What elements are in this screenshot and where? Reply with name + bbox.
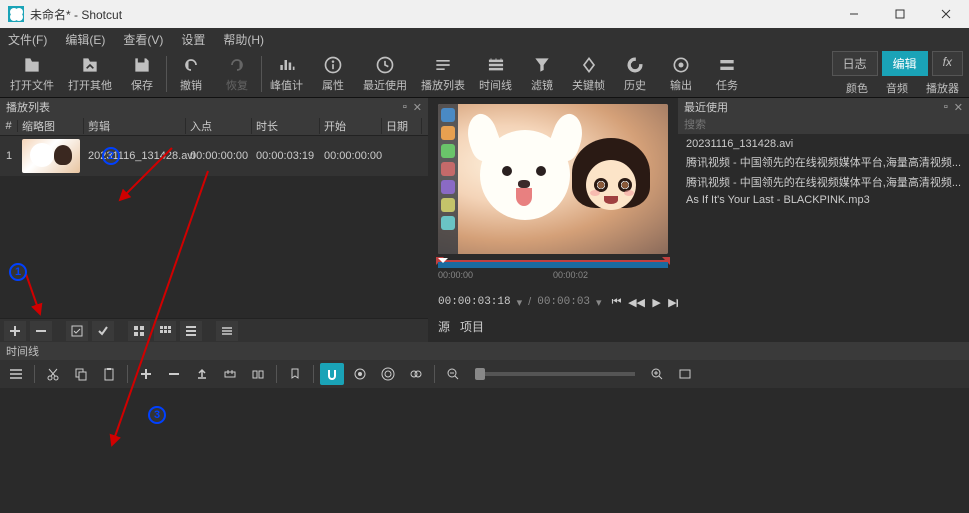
- close-button[interactable]: [923, 0, 969, 28]
- recent-item[interactable]: 腾讯视频 - 中国领先的在线视频媒体平台,海量高清视频...: [678, 172, 969, 192]
- timeline-menu-button[interactable]: [4, 363, 28, 385]
- menu-edit[interactable]: 编辑(E): [61, 29, 109, 50]
- playlist-menu-button[interactable]: [216, 321, 238, 341]
- playlist-button[interactable]: 播放列表: [417, 53, 469, 95]
- playlist-thumbnail: [22, 139, 80, 173]
- ripple-all-button[interactable]: [404, 363, 428, 385]
- ripple-button[interactable]: [376, 363, 400, 385]
- peak-meter-button[interactable]: 峰值计: [266, 53, 307, 95]
- timeline-button[interactable]: 时间线: [475, 53, 516, 95]
- playlist-panel-close-icon[interactable]: ✕: [413, 101, 422, 114]
- recent-button[interactable]: 最近使用: [359, 53, 411, 95]
- maximize-button[interactable]: [877, 0, 923, 28]
- timeline-toolbar: [0, 360, 969, 388]
- preview-tab-project[interactable]: 项目: [460, 318, 484, 335]
- frame-back-button[interactable]: ◀◀: [628, 294, 646, 310]
- preview-panel: 00:00:0000:00:02 00:00:03:18 ▾ / 00:00:0…: [428, 98, 678, 342]
- app-icon: [8, 6, 24, 22]
- playlist-panel-undock-icon[interactable]: ▫: [403, 101, 407, 113]
- overwrite-button[interactable]: [218, 363, 242, 385]
- recent-panel-close-icon[interactable]: ✕: [954, 101, 963, 114]
- recent-item[interactable]: As If It's Your Last - BLACKPINK.mp3: [678, 192, 969, 208]
- tab-fx[interactable]: fx: [932, 51, 963, 76]
- zoom-in-button[interactable]: [645, 363, 669, 385]
- play-button[interactable]: ▶: [648, 294, 666, 310]
- tab-edit[interactable]: 编辑: [882, 51, 928, 76]
- recent-panel: 最近使用 ▫ ✕ 20231116_131428.avi 腾讯视频 - 中国领先…: [678, 98, 969, 342]
- filters-button[interactable]: 滤镜: [522, 53, 562, 95]
- label-color: 颜色: [846, 80, 868, 96]
- recent-item[interactable]: 腾讯视频 - 中国领先的在线视频媒体平台,海量高清视频...: [678, 152, 969, 172]
- menu-file[interactable]: 文件(F): [4, 29, 51, 50]
- menu-settings[interactable]: 设置: [177, 29, 209, 50]
- split-button[interactable]: [246, 363, 270, 385]
- recent-search-input[interactable]: [678, 116, 969, 134]
- window-title: 未命名* - Shotcut: [30, 6, 831, 23]
- timeline-panel-title: 时间线: [6, 343, 39, 359]
- paste-button[interactable]: [97, 363, 121, 385]
- preview-scrubber[interactable]: 00:00:0000:00:02: [438, 258, 668, 290]
- history-button[interactable]: 历史: [615, 53, 655, 95]
- playlist-panel: 播放列表 ▫ ✕ # 缩略图 剪辑 入点 时长 开始 日期 1 20231116…: [0, 98, 428, 342]
- recent-panel-undock-icon[interactable]: ▫: [944, 101, 948, 113]
- playlist-check-button[interactable]: [92, 321, 114, 341]
- lift-button[interactable]: [190, 363, 214, 385]
- properties-button[interactable]: 属性: [313, 53, 353, 95]
- current-time[interactable]: 00:00:03:18: [438, 296, 511, 308]
- playlist-update-button[interactable]: [66, 321, 88, 341]
- titlebar: 未命名* - Shotcut: [0, 0, 969, 28]
- timeline-panel: 时间线: [0, 342, 969, 513]
- ripple-delete-button[interactable]: [162, 363, 186, 385]
- marker-button[interactable]: [283, 363, 307, 385]
- undo-button[interactable]: 撤销: [171, 53, 211, 95]
- save-button[interactable]: 保存: [122, 53, 162, 95]
- zoom-slider[interactable]: [475, 372, 635, 376]
- playlist-row[interactable]: 1 20231116_131428.avi 00:00:00:00 00:00:…: [0, 136, 428, 176]
- annotation-marker-1: 1: [9, 263, 27, 281]
- recent-item[interactable]: 20231116_131428.avi: [678, 136, 969, 152]
- menu-help[interactable]: 帮助(H): [219, 29, 268, 50]
- menubar: 文件(F) 编辑(E) 查看(V) 设置 帮助(H): [0, 28, 969, 50]
- zoom-fit-button[interactable]: [673, 363, 697, 385]
- zoom-out-button[interactable]: [441, 363, 465, 385]
- snap-button[interactable]: [320, 363, 344, 385]
- annotation-marker-2: 2: [102, 147, 120, 165]
- playlist-view-icons-button[interactable]: [154, 321, 176, 341]
- export-button[interactable]: 输出: [661, 53, 701, 95]
- label-player: 播放器: [926, 80, 959, 96]
- label-audio: 音频: [886, 80, 908, 96]
- append-button[interactable]: [134, 363, 158, 385]
- menu-view[interactable]: 查看(V): [119, 29, 167, 50]
- keyframes-button[interactable]: 关键帧: [568, 53, 609, 95]
- open-other-button[interactable]: 打开其他: [64, 53, 116, 95]
- playlist-toolbar: [0, 318, 428, 342]
- playlist-view-details-button[interactable]: [180, 321, 202, 341]
- main-toolbar: 打开文件 打开其他 保存 撤销 恢复 峰值计 属性 最近使用 播放列表 时间线 …: [0, 50, 969, 98]
- scrub-button[interactable]: [348, 363, 372, 385]
- annotation-marker-3: 3: [148, 406, 166, 424]
- playlist-add-button[interactable]: [4, 321, 26, 341]
- copy-button[interactable]: [69, 363, 93, 385]
- tasks-button[interactable]: 任务: [707, 53, 747, 95]
- preview-video[interactable]: [438, 104, 668, 254]
- playlist-table-header: # 缩略图 剪辑 入点 时长 开始 日期: [0, 116, 428, 136]
- skip-prev-button[interactable]: ⏮: [608, 294, 626, 310]
- tab-log[interactable]: 日志: [832, 51, 878, 76]
- playlist-clip-name: 20231116_131428.avi: [84, 136, 186, 176]
- cut-button[interactable]: [41, 363, 65, 385]
- preview-tab-source[interactable]: 源: [438, 318, 450, 335]
- playlist-remove-button[interactable]: [30, 321, 52, 341]
- redo-button[interactable]: 恢复: [217, 53, 257, 95]
- timeline-tracks[interactable]: [0, 388, 969, 513]
- open-file-button[interactable]: 打开文件: [6, 53, 58, 95]
- recent-panel-title: 最近使用: [684, 99, 728, 115]
- playlist-panel-title: 播放列表: [6, 99, 50, 115]
- minimize-button[interactable]: [831, 0, 877, 28]
- playlist-view-tiles-button[interactable]: [128, 321, 150, 341]
- total-time: 00:00:03: [537, 296, 590, 308]
